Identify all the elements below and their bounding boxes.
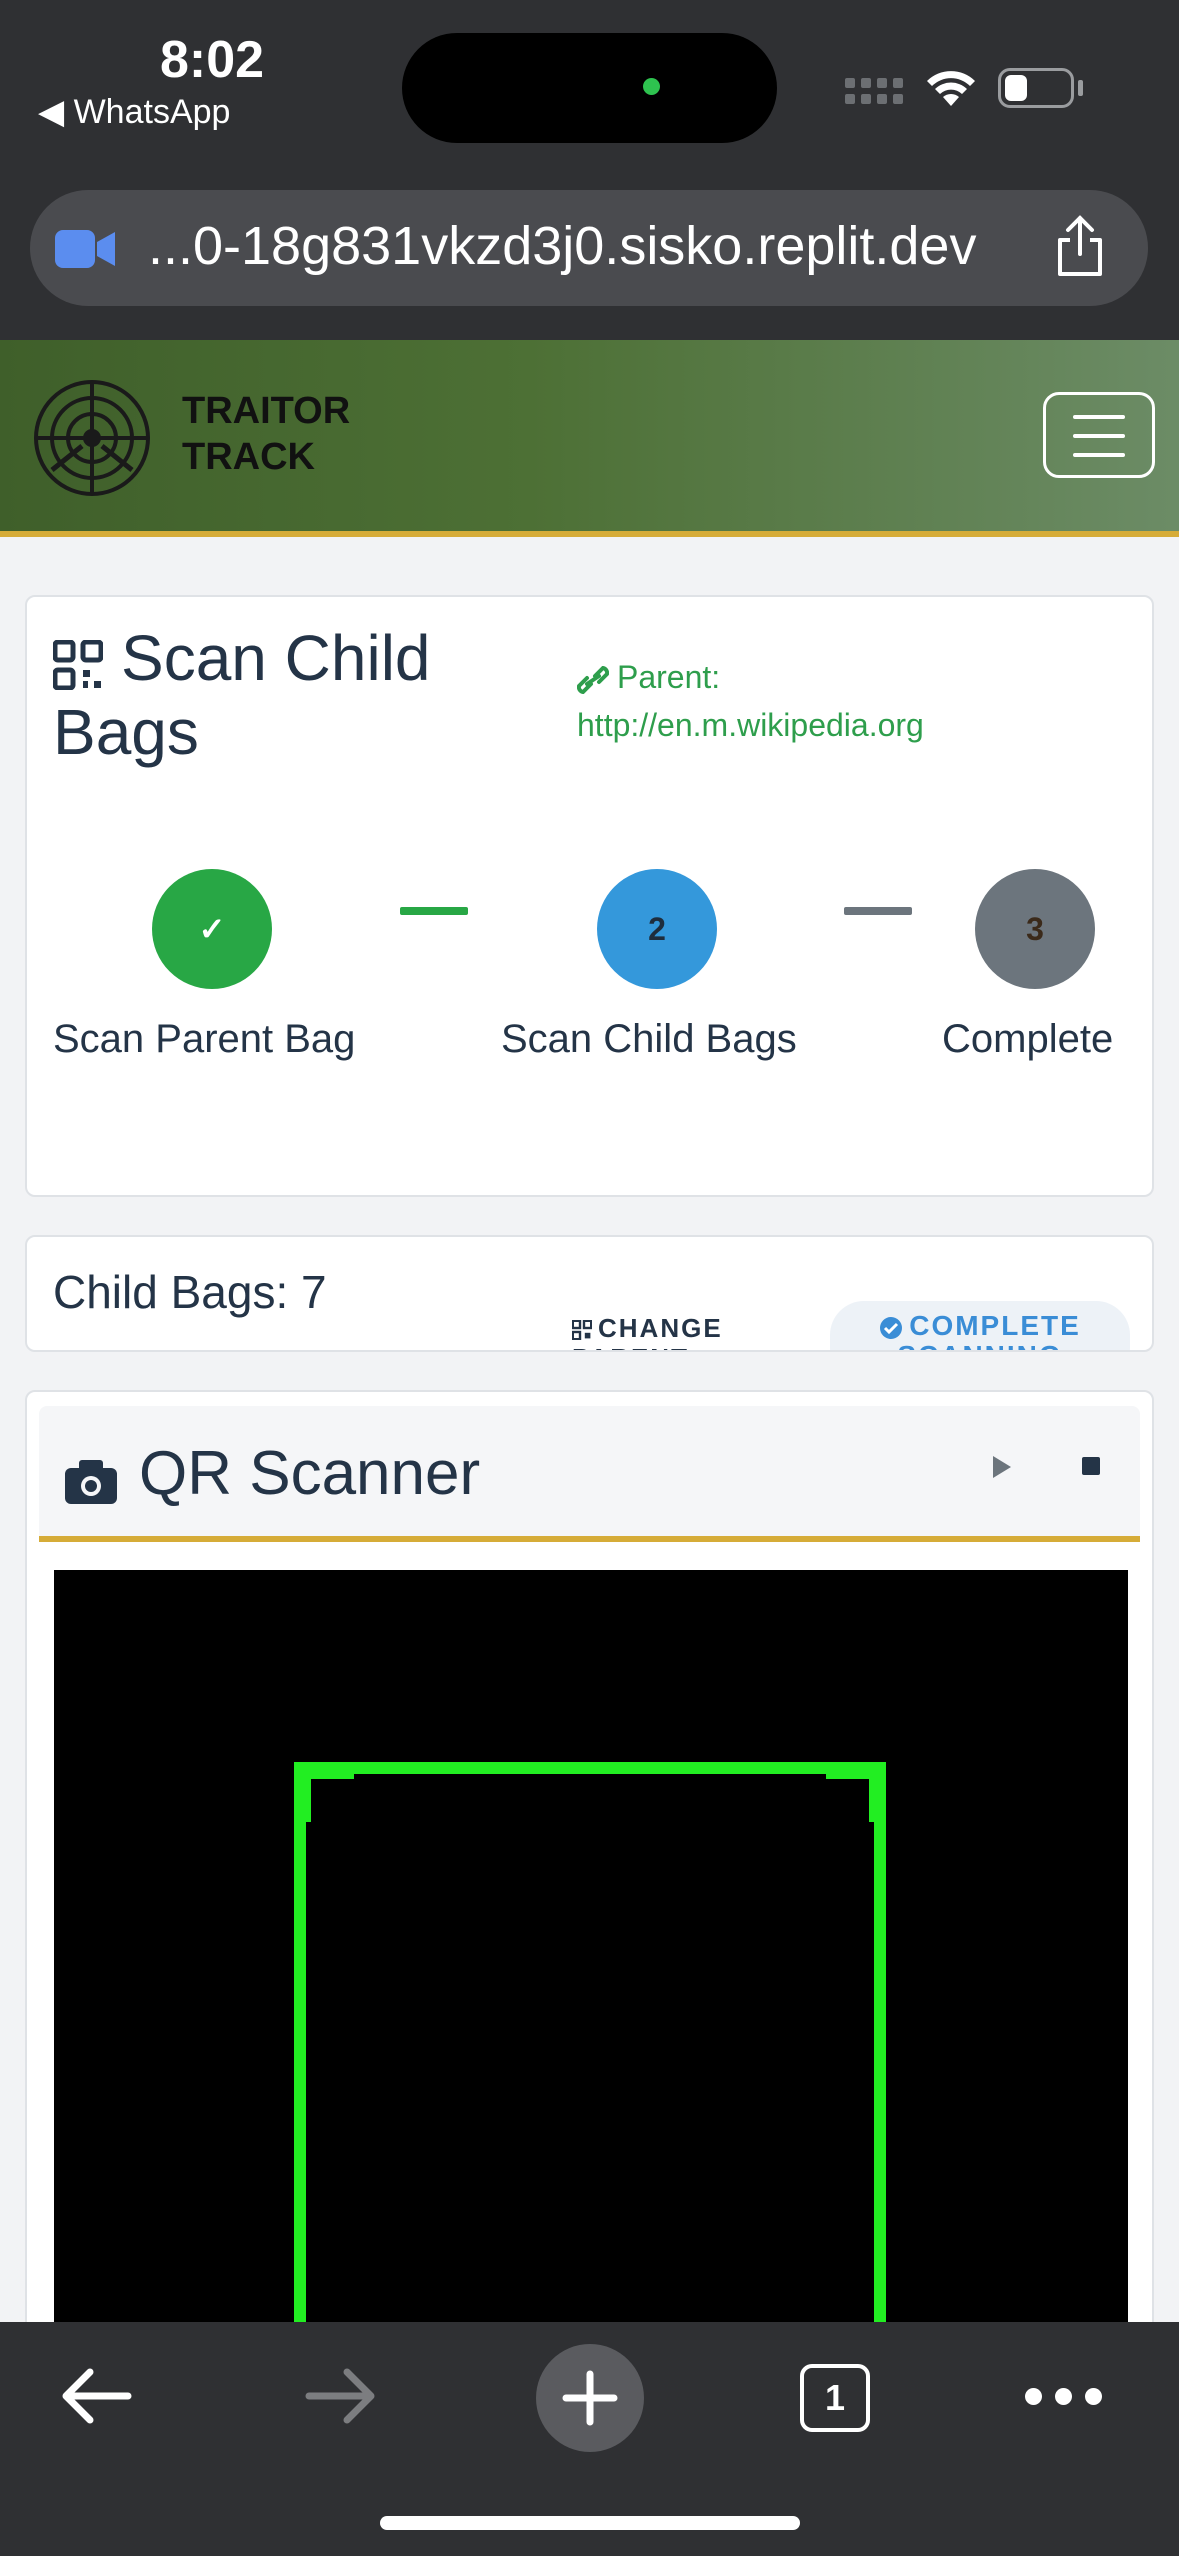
- share-icon[interactable]: [1052, 214, 1108, 278]
- page-title: Scan Child Bags: [53, 622, 431, 768]
- camera-icon: [65, 1460, 117, 1504]
- battery-icon: [998, 68, 1074, 108]
- status-time: 8:02: [160, 31, 265, 89]
- back-arrow-icon[interactable]: [60, 2364, 132, 2428]
- app-navbar: TRAITOR TRACK: [0, 340, 1179, 537]
- camera-viewfinder[interactable]: [54, 1570, 1128, 2438]
- step-3-circle: 3: [975, 869, 1095, 989]
- step-2-label: Scan Child Bags: [501, 1017, 797, 1061]
- more-options-button[interactable]: [1025, 2388, 1102, 2405]
- change-parent-label: CHANGE PARENT: [572, 1313, 723, 1350]
- qr-scanner-card: QR Scanner: [25, 1390, 1154, 2440]
- step-connector-2: [844, 907, 912, 915]
- parent-value: http://en.m.wikipedia.org: [577, 707, 924, 743]
- step-2-circle: 2: [597, 869, 717, 989]
- step-connector-1: [400, 907, 468, 915]
- camera-indicator-dot: [643, 78, 660, 95]
- scan-progress-card: Scan Child Bags Parent: http://en.m.wiki…: [25, 595, 1154, 1197]
- tab-switcher-button[interactable]: 1: [800, 2364, 870, 2432]
- wifi-icon: [927, 71, 975, 106]
- battery-nub: [1078, 80, 1083, 96]
- browser-top-bar: 8:02 ◀ WhatsApp ...0-18g831vkzd3j0.sisko…: [0, 0, 1179, 340]
- complete-scanning-button[interactable]: COMPLETE SCANNING: [830, 1301, 1130, 1351]
- plus-icon: [562, 2370, 618, 2426]
- qrcode-icon: [571, 1319, 593, 1341]
- back-to-app-link[interactable]: ◀ WhatsApp: [38, 92, 230, 132]
- brand-line1: TRAITOR: [182, 390, 351, 432]
- forward-arrow-icon[interactable]: [305, 2364, 377, 2428]
- dynamic-island: [402, 33, 777, 143]
- step-1-circle: ✓: [152, 869, 272, 989]
- menu-icon: [1073, 415, 1125, 419]
- step-1-label: Scan Parent Bag: [53, 1017, 356, 1061]
- link-icon: [577, 665, 609, 694]
- child-bags-card: Child Bags: 7 CHANGE PARENT COMPLETE SCA…: [25, 1235, 1154, 1352]
- qr-scanner-header: QR Scanner: [39, 1406, 1140, 1542]
- video-icon: [55, 230, 115, 268]
- url-text[interactable]: ...0-18g831vkzd3j0.sisko.replit.dev: [148, 215, 976, 277]
- menu-toggle-button[interactable]: [1043, 392, 1155, 478]
- brand-line2: TRACK: [182, 436, 315, 478]
- qr-scanner-title: QR Scanner: [139, 1439, 481, 1508]
- complete-scanning-label: COMPLETE SCANNING: [897, 1310, 1081, 1351]
- signal-icon: [845, 78, 903, 104]
- new-tab-button[interactable]: [536, 2344, 644, 2452]
- change-parent-button[interactable]: CHANGE PARENT: [571, 1313, 772, 1350]
- home-indicator[interactable]: [380, 2516, 800, 2530]
- parent-label: Parent:: [617, 659, 721, 695]
- stop-icon[interactable]: [1081, 1456, 1101, 1476]
- check-circle-icon: [880, 1316, 903, 1339]
- parent-info: Parent: http://en.m.wikipedia.org: [577, 653, 1077, 749]
- step-3-label: Complete: [942, 1017, 1114, 1061]
- play-icon[interactable]: [989, 1454, 1013, 1480]
- child-bag-count: Child Bags: 7: [53, 1266, 327, 1318]
- logo-icon[interactable]: [32, 378, 152, 498]
- brand-name[interactable]: TRAITOR TRACK: [182, 388, 350, 480]
